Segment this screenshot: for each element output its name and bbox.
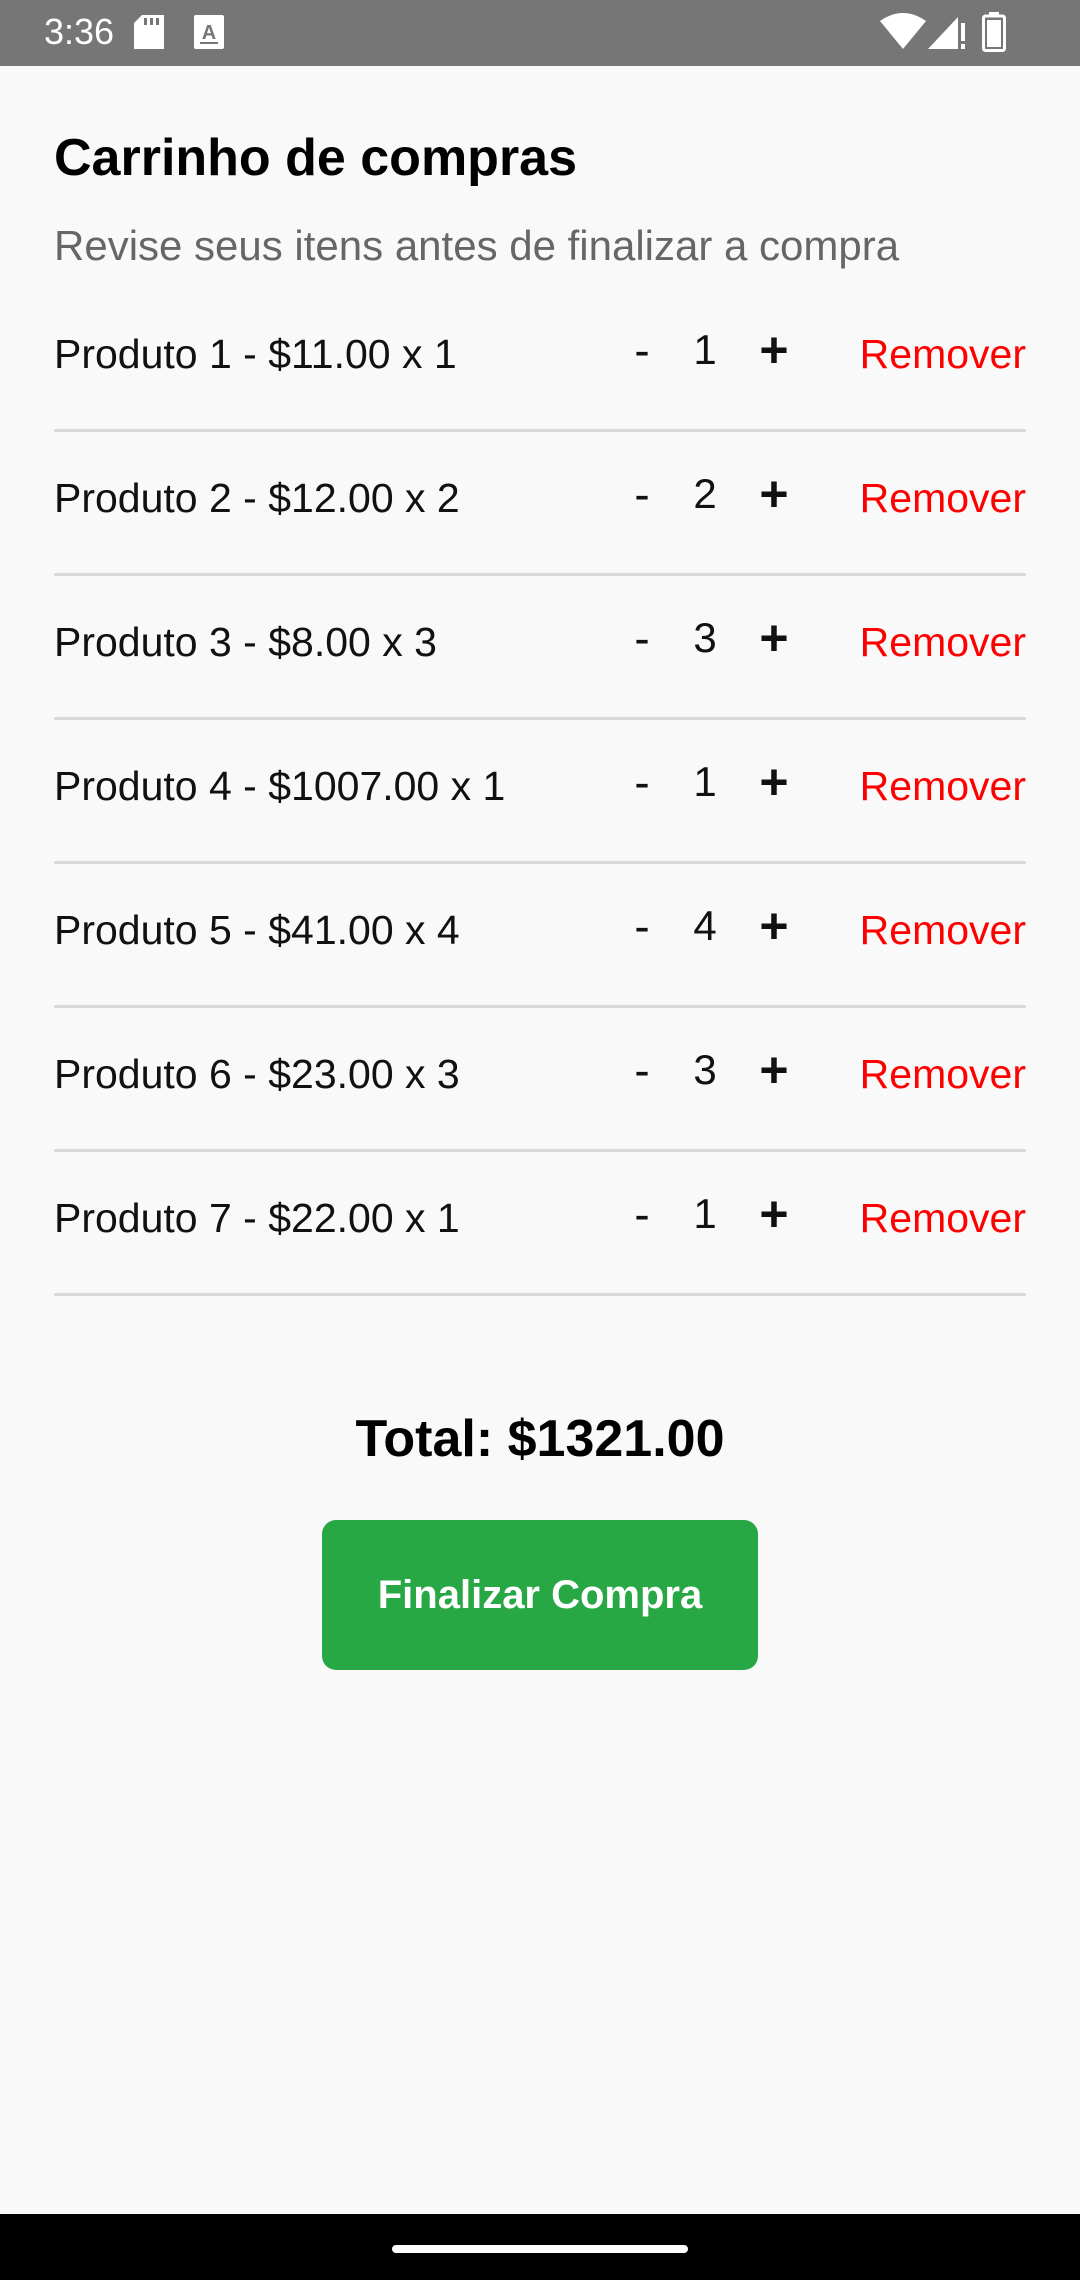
increase-quantity-button[interactable]: + [746,896,802,956]
sd-card-icon [134,15,164,49]
navigation-bar [0,2214,1080,2280]
decrease-quantity-button[interactable]: - [614,464,670,524]
decrease-quantity-button[interactable]: - [614,1184,670,1244]
cart-item-row: Produto 7 - $22.00 x 1 - 1 + Remover [54,1154,1026,1296]
increase-quantity-button[interactable]: + [746,1184,802,1244]
increase-quantity-button[interactable]: + [746,752,802,812]
cart-item-row: Produto 1 - $11.00 x 1 - 1 + Remover [54,290,1026,432]
remove-item-button[interactable]: Remover [860,1190,1026,1246]
page-subtitle: Revise seus itens antes de finalizar a c… [54,222,900,269]
decrease-quantity-button[interactable]: - [614,752,670,812]
increase-quantity-button[interactable]: + [746,464,802,524]
status-time: 3:36 [44,11,115,52]
cart-item-row: Produto 3 - $8.00 x 3 - 3 + Remover [54,578,1026,720]
item-label: Produto 1 - $11.00 x 1 [54,331,457,377]
checkout-button[interactable]: Finalizar Compra [322,1520,758,1670]
cart-item-row: Produto 4 - $1007.00 x 1 - 1 + Remover [54,722,1026,864]
remove-item-button[interactable]: Remover [860,902,1026,958]
cart-item-row: Produto 2 - $12.00 x 2 - 2 + Remover [54,434,1026,576]
keyboard-a-icon: A [194,15,224,49]
remove-item-button[interactable]: Remover [860,1046,1026,1102]
quantity-value: 3 [693,614,717,661]
increase-quantity-button[interactable]: + [746,608,802,668]
cart-item-row: Produto 6 - $23.00 x 3 - 3 + Remover [54,1010,1026,1152]
quantity-value: 2 [693,470,717,517]
quantity-value: 4 [693,902,717,949]
quantity-value: 1 [693,758,717,805]
increase-quantity-button[interactable]: + [746,1040,802,1100]
cart-item-row: Produto 5 - $41.00 x 4 - 4 + Remover [54,866,1026,1008]
remove-item-button[interactable]: Remover [860,470,1026,526]
battery-icon [982,12,1006,52]
page-title: Carrinho de compras [54,129,578,187]
item-label: Produto 4 - $1007.00 x 1 [54,763,506,809]
remove-item-button[interactable]: Remover [860,614,1026,670]
svg-text:A: A [202,22,216,44]
decrease-quantity-button[interactable]: - [614,320,670,380]
increase-quantity-button[interactable]: + [746,320,802,380]
item-label: Produto 5 - $41.00 x 4 [54,907,460,953]
decrease-quantity-button[interactable]: - [614,1040,670,1100]
quantity-value: 1 [693,326,717,373]
cart-total: Total: $1321.00 [355,1410,725,1468]
signal-icon [928,17,965,49]
cart-list: Produto 1 - $11.00 x 1 - 1 + Remover Pro… [54,290,1026,1298]
decrease-quantity-button[interactable]: - [614,896,670,956]
item-label: Produto 6 - $23.00 x 3 [54,1051,460,1097]
decrease-quantity-button[interactable]: - [614,608,670,668]
wifi-icon [880,13,926,49]
item-label: Produto 3 - $8.00 x 3 [54,619,437,665]
quantity-value: 3 [693,1046,717,1093]
remove-item-button[interactable]: Remover [860,326,1026,382]
remove-item-button[interactable]: Remover [860,758,1026,814]
status-bar: 3:36 A [0,0,1080,66]
item-label: Produto 2 - $12.00 x 2 [54,475,460,521]
quantity-value: 1 [693,1190,717,1237]
home-gesture-handle[interactable] [392,2245,688,2253]
item-label: Produto 7 - $22.00 x 1 [54,1195,460,1241]
